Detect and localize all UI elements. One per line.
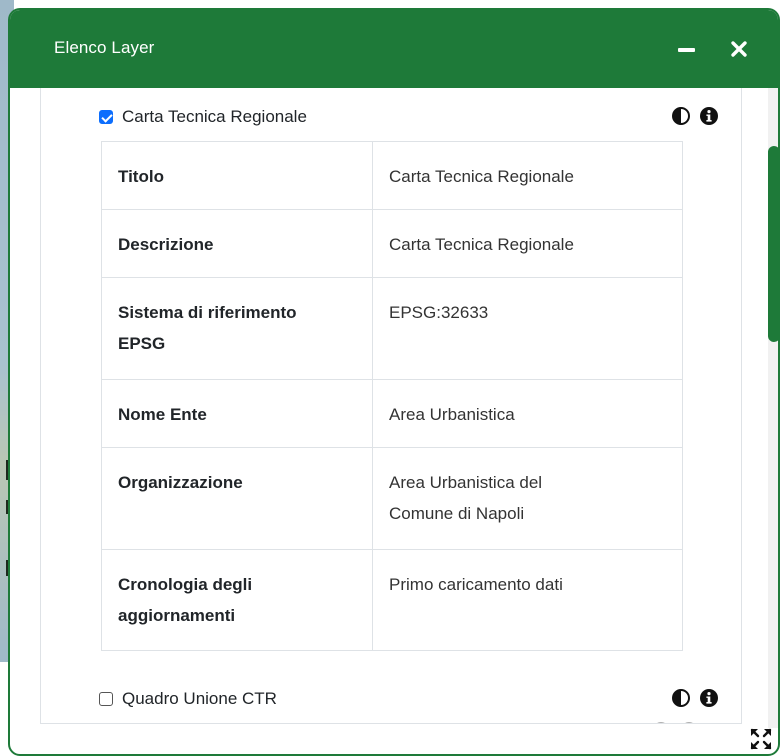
metadata-value: Primo caricamento dati [372,549,683,651]
layer-list-card: Carta Tecnica Regionale Titolo Carta Tec… [40,88,742,724]
layer-item: Quadro Unione CTR [99,686,719,712]
layer-name: Carta Tecnica Regionale [122,107,307,126]
table-row: Descrizione Carta Tecnica Regionale [101,209,683,278]
layer-item: Carta Tecnica Regionale [99,104,719,130]
layer-visibility-checkbox[interactable] [99,110,113,124]
layer-list-panel: Elenco Layer Carta Tecnica Regionale Tit… [8,8,780,756]
metadata-key: Nome Ente [101,379,373,448]
close-button[interactable] [724,34,754,64]
info-icon [681,722,697,723]
metadata-value: EPSG:32633 [372,277,683,380]
metadata-value-line: Area Urbanistica del [389,473,543,492]
metadata-value: Carta Tecnica Regionale [372,141,683,210]
layer-actions [671,106,719,126]
metadata-key: Titolo [101,141,373,210]
scrollbar-thumb[interactable] [768,146,778,342]
info-icon[interactable] [699,688,719,708]
table-row: Titolo Carta Tecnica Regionale [101,141,683,210]
contrast-icon [653,722,669,723]
minimize-icon [678,48,695,52]
table-row: Cronologia degli aggiornamenti Primo cari… [101,549,683,651]
table-row: Organizzazione Area Urbanistica del Comun… [101,447,683,550]
close-icon [731,41,747,57]
layer-metadata-table: Titolo Carta Tecnica Regionale Descrizio… [101,141,683,651]
table-row: Sistema di riferimento EPSG EPSG:32633 [101,277,683,380]
metadata-key-line: EPSG [118,334,166,353]
metadata-key: Organizzazione [101,447,373,550]
metadata-key-line: Sistema di riferimento [118,303,297,322]
info-icon[interactable] [699,106,719,126]
metadata-key-line: aggiornamenti [118,606,236,625]
metadata-value: Area Urbanistica [372,379,683,448]
layer-visibility-checkbox[interactable] [99,692,113,706]
layer-name: Quadro Unione CTR [122,689,277,708]
contrast-icon[interactable] [671,688,691,708]
panel-header: Elenco Layer [10,10,778,88]
panel-title: Elenco Layer [54,38,155,57]
metadata-key: Sistema di riferimento EPSG [101,277,373,380]
table-row: Nome Ente Area Urbanistica [101,379,683,448]
next-layer-actions-partial [653,722,713,723]
layer-actions [671,688,719,708]
minimize-button[interactable] [672,34,702,64]
metadata-value-line: Comune di Napoli [389,504,525,523]
metadata-value: Carta Tecnica Regionale [372,209,683,278]
panel-body: Carta Tecnica Regionale Titolo Carta Tec… [10,88,778,754]
metadata-key-line: Cronologia degli [118,575,253,594]
metadata-value: Area Urbanistica del Comune di Napoli [372,447,683,550]
expand-icon[interactable] [748,726,774,752]
contrast-icon[interactable] [671,106,691,126]
metadata-key: Cronologia degli aggiornamenti [101,549,373,651]
metadata-key: Descrizione [101,209,373,278]
